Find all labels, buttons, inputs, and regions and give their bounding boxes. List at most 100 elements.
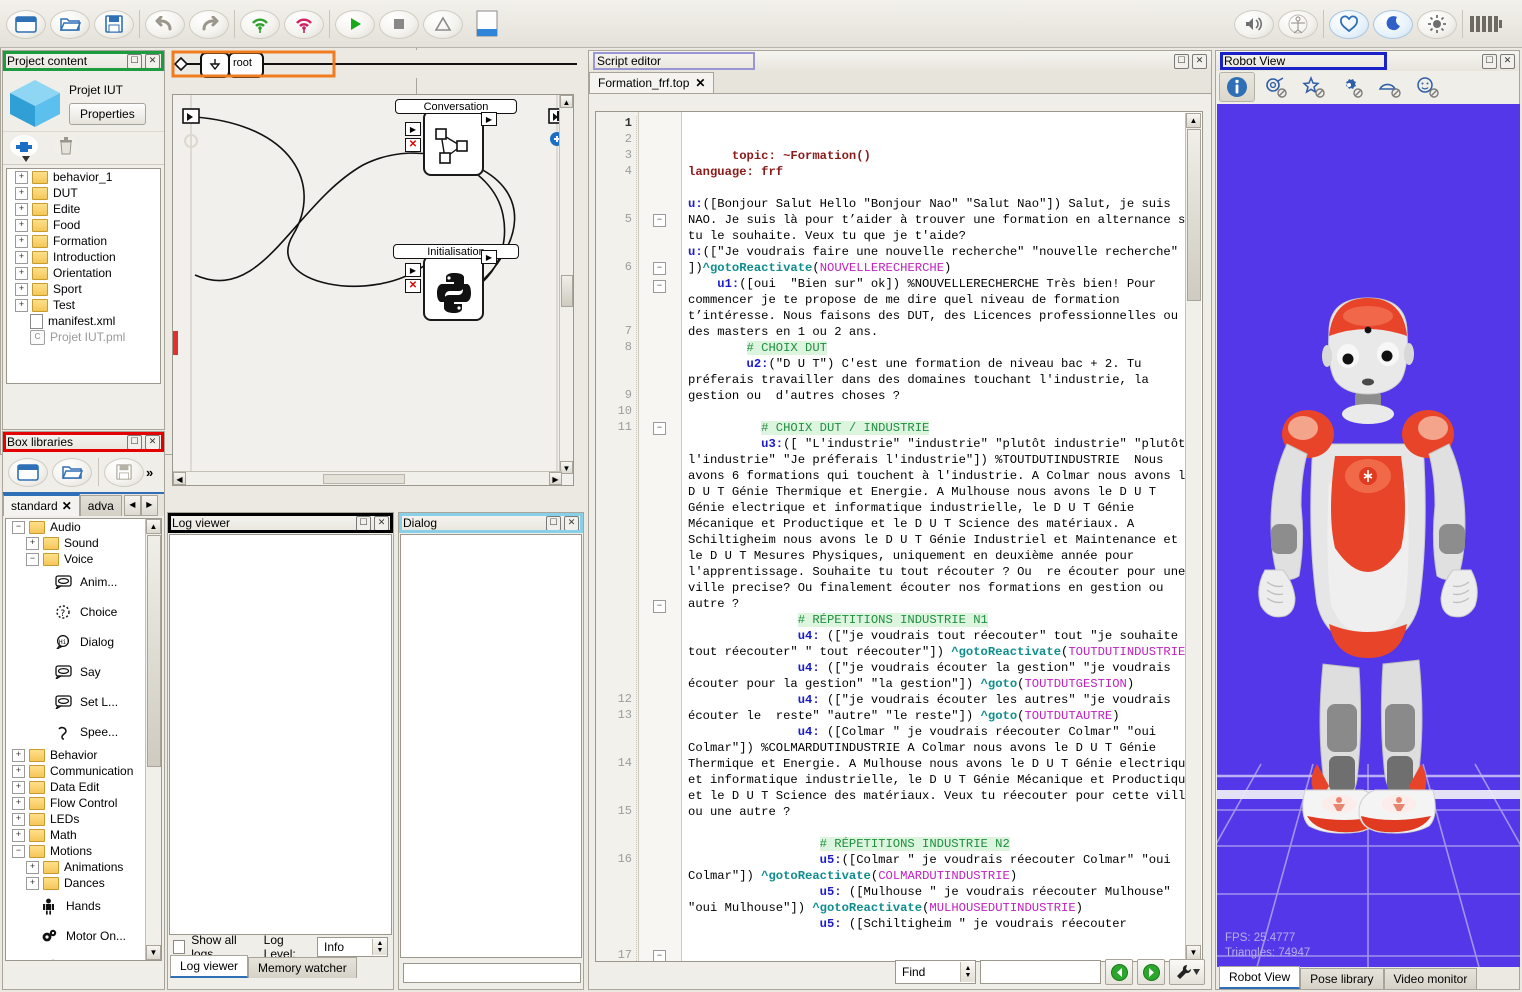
info-icon[interactable] xyxy=(1219,72,1255,102)
box-library-item[interactable]: + Dances xyxy=(6,875,145,891)
scroll-down-button[interactable]: ▼ xyxy=(146,945,161,960)
expand-icon[interactable]: + xyxy=(15,234,28,248)
fold-toggle[interactable]: − xyxy=(653,262,666,275)
close-icon[interactable]: ✕ xyxy=(1192,53,1207,69)
log-output-area[interactable] xyxy=(169,534,392,935)
find-mode-spinner[interactable]: ▲ ▼ xyxy=(960,962,975,982)
undock-icon[interactable]: ☐ xyxy=(356,515,371,531)
canvas-scroll-left-button[interactable]: ◀ xyxy=(173,472,186,485)
new-library-icon[interactable] xyxy=(7,455,49,489)
expand-icon[interactable]: + xyxy=(15,202,28,216)
battery-icon[interactable] xyxy=(1466,5,1506,43)
trash-icon[interactable] xyxy=(53,135,79,162)
box-library-tree[interactable]: − Audio + Sound − Voice Anim...? Choice Hi! Dialo… xyxy=(5,518,162,961)
wrench-icon[interactable] xyxy=(1169,959,1205,985)
project-tree-item[interactable]: + Edite xyxy=(7,201,160,217)
close-icon[interactable]: ✕ xyxy=(374,515,389,531)
wake-up-icon[interactable] xyxy=(1415,5,1459,43)
joints-icon[interactable] xyxy=(1259,73,1293,101)
canvas-scroll-up-button[interactable]: ▲ xyxy=(560,95,573,108)
find-input[interactable] xyxy=(980,960,1101,984)
initialisation-output-port[interactable]: ▶ xyxy=(481,250,497,264)
expand-icon[interactable]: + xyxy=(15,298,28,312)
undock-icon[interactable]: ☐ xyxy=(546,515,561,531)
fold-toggle[interactable]: − xyxy=(653,214,666,227)
project-tree-item[interactable]: + Introduction xyxy=(7,249,160,265)
box-library-item[interactable]: + Math xyxy=(6,827,145,843)
more-icon[interactable]: » xyxy=(146,465,153,480)
box-library-scrollbar[interactable]: ▲ ▼ xyxy=(145,519,161,960)
canvas-hscrollbar[interactable]: ◀ ▶ xyxy=(173,471,562,485)
expand-icon[interactable]: + xyxy=(12,812,25,826)
box-library-item[interactable]: Spee... xyxy=(6,717,145,747)
redo-icon[interactable] xyxy=(187,5,231,43)
canvas-scroll-right-button[interactable]: ▶ xyxy=(549,472,562,485)
find-mode-select[interactable]: Find ▲ ▼ xyxy=(895,960,976,984)
expand-icon[interactable]: + xyxy=(12,796,25,810)
tab-memory-watcher[interactable]: Memory watcher xyxy=(248,957,357,978)
box-library-item[interactable]: + LEDs xyxy=(6,811,145,827)
breadcrumb-root-label[interactable]: root xyxy=(233,57,252,69)
box-library-item[interactable]: Hands xyxy=(6,891,145,921)
box-library-item[interactable]: + Behavior xyxy=(6,747,145,763)
initialisation-input-port[interactable]: ▶ xyxy=(405,263,421,277)
save-icon[interactable] xyxy=(92,5,136,43)
motors-off-icon[interactable] xyxy=(1335,73,1369,101)
heart-icon[interactable] xyxy=(1327,5,1371,43)
box-library-item[interactable]: Say xyxy=(6,657,145,687)
code-scroll-up-button[interactable]: ▲ xyxy=(1186,113,1201,128)
collapse-icon[interactable]: − xyxy=(12,520,25,534)
box-conversation[interactable]: Conversation xyxy=(395,99,517,176)
expand-icon[interactable]: + xyxy=(26,536,39,550)
close-icon[interactable]: ✕ xyxy=(564,515,579,531)
project-tree-item[interactable]: + behavior_1 xyxy=(7,169,160,185)
tab-close-icon[interactable]: ✕ xyxy=(62,499,72,513)
add-icon[interactable] xyxy=(9,134,39,163)
box-library-item[interactable]: − Motions xyxy=(6,843,145,859)
tab-pose-library[interactable]: Pose library xyxy=(1300,968,1384,989)
box-library-item[interactable]: ? Choice xyxy=(6,597,145,627)
box-library-item[interactable]: − Audio xyxy=(6,519,145,535)
undock-icon[interactable]: ☐ xyxy=(1174,53,1189,69)
shell-off-icon[interactable] xyxy=(1373,73,1407,101)
dialog-transcript-area[interactable] xyxy=(400,534,582,958)
dialog-input[interactable] xyxy=(403,963,581,983)
scroll-thumb[interactable] xyxy=(147,535,161,767)
expand-icon[interactable]: + xyxy=(26,876,39,890)
canvas-scroll-thumb[interactable] xyxy=(561,275,573,307)
box-library-item[interactable]: Set L... xyxy=(6,687,145,717)
expand-icon[interactable]: + xyxy=(12,764,25,778)
undock-icon[interactable]: ☐ xyxy=(127,53,142,69)
project-tree-item[interactable]: + Formation xyxy=(7,233,160,249)
properties-button[interactable]: Properties xyxy=(69,103,146,125)
close-icon[interactable]: ✕ xyxy=(1500,53,1515,69)
box-library-item[interactable]: + Sound xyxy=(6,535,145,551)
project-tree-item[interactable]: + Food xyxy=(7,217,160,233)
connect-icon[interactable] xyxy=(238,5,282,43)
arrow-left-circle-icon[interactable] xyxy=(1105,959,1133,985)
rest-icon[interactable] xyxy=(1371,5,1415,43)
initialisation-error-port[interactable]: ✕ xyxy=(405,279,421,293)
fold-toggle[interactable]: − xyxy=(653,600,666,613)
new-window-icon[interactable] xyxy=(4,5,48,43)
expand-icon[interactable]: + xyxy=(12,780,25,794)
close-icon[interactable]: ✕ xyxy=(145,434,160,450)
expand-icon[interactable]: + xyxy=(15,266,28,280)
project-tree-item[interactable]: manifest.xml xyxy=(7,313,160,329)
tab-formation-frf-top[interactable]: Formation_frf.top ✕ xyxy=(589,72,715,93)
box-library-item[interactable]: Rest xyxy=(6,951,145,960)
project-tree-item[interactable]: + Orientation xyxy=(7,265,160,281)
save-library-icon[interactable] xyxy=(104,455,144,489)
collapse-icon[interactable]: − xyxy=(12,844,25,858)
close-icon[interactable]: ✕ xyxy=(145,53,160,69)
tab-video-monitor[interactable]: Video monitor xyxy=(1383,968,1478,989)
undock-icon[interactable]: ☐ xyxy=(127,434,142,450)
fold-toggle[interactable]: − xyxy=(653,950,666,961)
code-editor[interactable]: 123456789101112131415161718192021 −−−−−−… xyxy=(595,111,1203,962)
scroll-up-button[interactable]: ▲ xyxy=(146,519,161,534)
code-vscrollbar[interactable]: ▲ ▼ xyxy=(1185,113,1201,960)
box-initialisation[interactable]: Initialisation xyxy=(393,244,519,321)
code-scroll-thumb[interactable] xyxy=(1187,129,1201,301)
collapse-icon[interactable]: − xyxy=(26,552,39,566)
code-scroll-down-button[interactable]: ▼ xyxy=(1186,945,1201,960)
